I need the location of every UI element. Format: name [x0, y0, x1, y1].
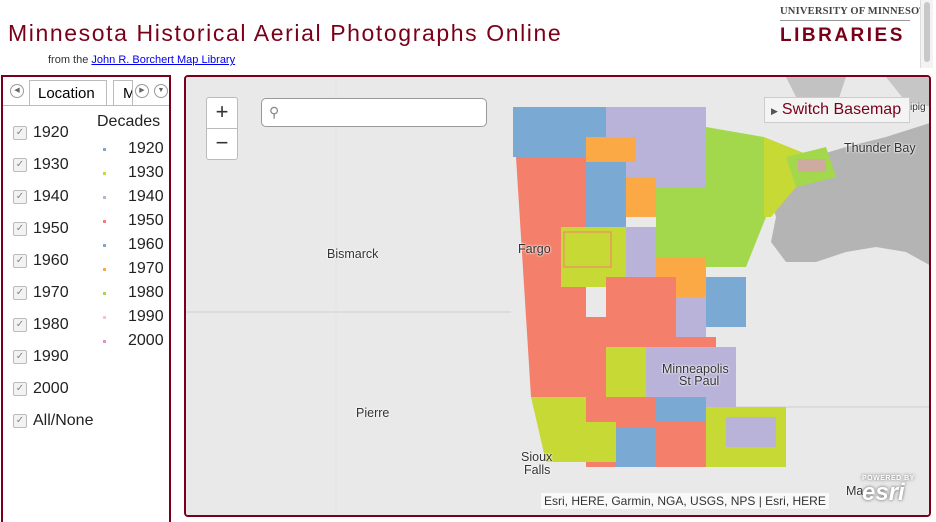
- legend-swatch: [103, 171, 106, 175]
- checkbox-label: 1930: [33, 156, 69, 173]
- checkbox-check-icon[interactable]: ✓: [13, 222, 27, 236]
- legend-swatch: [103, 147, 106, 151]
- legend-label: 1940: [128, 188, 164, 205]
- legend-swatch: [103, 315, 106, 319]
- tab-prev-icon[interactable]: ◀: [10, 84, 24, 98]
- esri-name: esri: [862, 479, 905, 506]
- checkbox-label: 1980: [33, 316, 69, 333]
- page-scrollbar[interactable]: [920, 0, 933, 68]
- checkbox-label: 1990: [33, 348, 69, 365]
- legend-label: 1980: [128, 284, 164, 301]
- city-bismarck: Bismarck: [327, 247, 379, 261]
- city-st-paul: St Paul: [679, 374, 720, 388]
- page-subtitle: from the John R. Borchert Map Library: [48, 54, 235, 66]
- scrollbar-thumb[interactable]: [924, 2, 930, 62]
- legend-swatch: [103, 243, 106, 247]
- legend-label: 1930: [128, 164, 164, 181]
- esri-logo[interactable]: POWERED BY esri: [862, 475, 915, 506]
- logo-libraries-text: LIBRARIES: [780, 25, 905, 46]
- decade-checkbox-1990[interactable]: ✓ 1990: [13, 341, 93, 373]
- legend-item-1960: 1960: [97, 233, 164, 257]
- legend-item-2000: 2000: [97, 329, 164, 353]
- decade-checkbox-1980[interactable]: ✓ 1980: [13, 309, 93, 341]
- city-fargo: Fargo: [518, 242, 551, 256]
- legend-label: 2000: [128, 332, 164, 349]
- legend-label: 1950: [128, 212, 164, 229]
- map-search-box: ⚲: [261, 98, 487, 127]
- legend-item-1930: 1930: [97, 161, 164, 185]
- subtitle-prefix: from the: [48, 54, 89, 66]
- legend-label: 1990: [128, 308, 164, 325]
- tab-next-icon[interactable]: ▶: [135, 84, 149, 98]
- checkbox-check-icon[interactable]: ✓: [13, 382, 27, 396]
- checkbox-label: 1950: [33, 220, 69, 237]
- decades-legend: Decades 1920 1930 1940 1950 1960 1970 1980 1990…: [97, 113, 164, 353]
- decade-filter-panel: ◀ Location M ▶ ▼ ✓ 1920 ✓ 1930 ✓ 1940 ✓ 1950 ✓ 19…: [1, 75, 171, 522]
- checkbox-check-icon[interactable]: ✓: [13, 190, 27, 204]
- borchert-library-link[interactable]: John R. Borchert Map Library: [91, 54, 235, 66]
- panel-tabbar: ◀ Location M ▶ ▼: [3, 77, 169, 106]
- legend-item-1990: 1990: [97, 305, 164, 329]
- tab-location[interactable]: Location: [29, 80, 107, 105]
- decade-checkbox-1950[interactable]: ✓ 1950: [13, 213, 93, 245]
- city-nipigon: ipig: [910, 102, 926, 113]
- decade-checkbox-1940[interactable]: ✓ 1940: [13, 181, 93, 213]
- tab-m[interactable]: M: [113, 80, 133, 105]
- checkbox-check-icon[interactable]: ✓: [13, 286, 27, 300]
- decade-checkbox-1920[interactable]: ✓ 1920: [13, 117, 93, 149]
- legend-label: 1960: [128, 236, 164, 253]
- checkbox-label: 1970: [33, 284, 69, 301]
- switch-basemap-label: Switch Basemap: [781, 101, 902, 118]
- decade-checkbox-2000[interactable]: ✓ 2000: [13, 373, 93, 405]
- checkbox-label: 1960: [33, 252, 69, 269]
- city-pierre: Pierre: [356, 406, 390, 420]
- search-input[interactable]: [288, 102, 482, 124]
- checkbox-check-icon[interactable]: ✓: [13, 414, 27, 428]
- city-madison: Ma: [846, 484, 864, 498]
- legend-title: Decades: [97, 113, 161, 130]
- tab-menu-icon[interactable]: ▼: [154, 84, 168, 98]
- map-view[interactable]: + − ⚲ ▶ Switch Basemap Bismarck Fargo Pie…: [184, 75, 931, 517]
- decade-checkbox-1970[interactable]: ✓ 1970: [13, 277, 93, 309]
- checkbox-check-icon[interactable]: ✓: [13, 158, 27, 172]
- logo-divider: [780, 20, 910, 21]
- legend-swatch: [103, 339, 106, 343]
- checkbox-label: 1940: [33, 188, 69, 205]
- decade-checkbox-1960[interactable]: ✓ 1960: [13, 245, 93, 277]
- caret-right-icon: ▶: [771, 106, 778, 116]
- decade-checkbox-1930[interactable]: ✓ 1930: [13, 149, 93, 181]
- legend-label: 1920: [128, 140, 164, 157]
- checkbox-check-icon[interactable]: ✓: [13, 126, 27, 140]
- legend-swatch: [103, 267, 106, 271]
- search-icon: ⚲: [269, 104, 280, 120]
- zoom-out-button[interactable]: −: [207, 128, 237, 159]
- checkbox-check-icon[interactable]: ✓: [13, 318, 27, 332]
- legend-item-1950: 1950: [97, 209, 164, 233]
- legend-item-1940: 1940: [97, 185, 164, 209]
- decade-checkbox-list: ✓ 1920 ✓ 1930 ✓ 1940 ✓ 1950 ✓ 1960 ✓ 1970 ✓ 1980 ✓ 1990…: [13, 117, 93, 437]
- zoom-control: + −: [206, 97, 238, 160]
- checkbox-check-icon[interactable]: ✓: [13, 254, 27, 268]
- city-thunder-bay: Thunder Bay: [844, 141, 916, 155]
- legend-item-1970: 1970: [97, 257, 164, 281]
- map-attribution: Esri, HERE, Garmin, NGA, USGS, NPS | Esr…: [541, 493, 829, 509]
- city-falls: Falls: [524, 463, 551, 477]
- checkbox-label: 2000: [33, 380, 69, 397]
- legend-item-1920: 1920: [97, 137, 164, 161]
- umn-libraries-logo[interactable]: UNIVERSITY OF MINNESOTA LIBRARIES: [780, 6, 934, 47]
- legend-item-1980: 1980: [97, 281, 164, 305]
- logo-university-text: UNIVERSITY OF MINNESOTA: [780, 6, 934, 17]
- legend-swatch: [103, 195, 106, 199]
- legend-swatch: [103, 291, 106, 295]
- legend-swatch: [103, 219, 106, 223]
- basemap-svg: [186, 77, 929, 515]
- page-title: Minnesota Historical Aerial Photographs …: [8, 20, 563, 46]
- checkbox-label: 1920: [33, 124, 69, 141]
- legend-label: 1970: [128, 260, 164, 277]
- checkbox-check-icon[interactable]: ✓: [13, 350, 27, 364]
- checkbox-label: All/None: [33, 412, 94, 429]
- switch-basemap-button[interactable]: ▶ Switch Basemap: [764, 97, 911, 123]
- zoom-in-button[interactable]: +: [207, 98, 237, 128]
- all-none-checkbox[interactable]: ✓ All/None: [13, 405, 93, 437]
